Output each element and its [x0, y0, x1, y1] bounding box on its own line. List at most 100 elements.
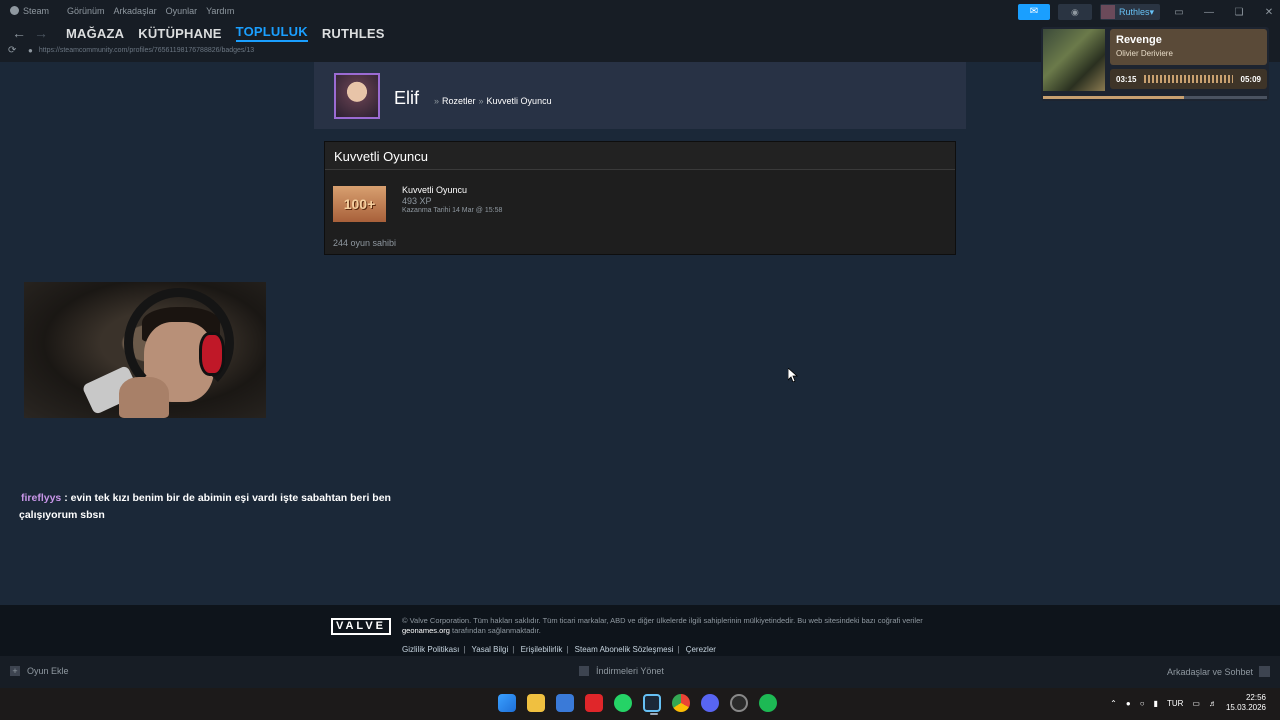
breadcrumb: » Rozetler» Kuvvetli Oyuncu [431, 96, 552, 106]
nav-row: ← → MAĞAZA KÜTÜPHANE TOPLULUK RUTHLES [8, 24, 385, 42]
friends-chat-label: Arkadaşlar ve Sohbet [1166, 666, 1253, 677]
total-time: 05:09 [1240, 74, 1261, 84]
microphone-icon[interactable]: ▮ [1154, 699, 1158, 708]
page-footer: VALVE © Valve Corporation. Tüm hakları s… [0, 605, 1280, 656]
spotify-icon[interactable] [759, 694, 777, 712]
url-bar: ⟳ ● https://steamcommunity.com/profiles/… [8, 45, 254, 56]
menu-item-view[interactable]: Görünüm [67, 6, 105, 16]
store-icon[interactable] [556, 694, 574, 712]
album-cover [1043, 29, 1105, 91]
footer-copyright: © Valve Corporation. Tüm hakları saklıdı… [402, 616, 972, 636]
top-right-controls: ✉ ◉ Ruthles ▾ ▭ — ❏ ✕ [1017, 4, 1280, 20]
back-arrow-icon[interactable]: ← [8, 25, 30, 41]
breadcrumb-separator: » [478, 96, 484, 106]
tab-store[interactable]: MAĞAZA [66, 26, 124, 41]
chrome-icon[interactable] [672, 694, 690, 712]
discord-icon[interactable] [701, 694, 719, 712]
forward-arrow-icon[interactable]: → [30, 25, 52, 41]
url-text[interactable]: https://steamcommunity.com/profiles/7656… [39, 47, 254, 54]
profile-avatar[interactable] [334, 73, 380, 119]
track-info: Revenge Olivier Deriviere [1110, 29, 1267, 65]
account-username: Ruthles [1118, 7, 1150, 17]
badge-earned-date: Kazanma Tarihi 14 Mar @ 15:58 [402, 207, 503, 214]
tray-app-icon[interactable]: ○ [1140, 699, 1145, 708]
badge-owners: 244 oyun sahibi [333, 238, 397, 248]
client-bottom-bar: + Oyun Ekle İndirmeleri Yönet Arkadaşlar… [0, 656, 1280, 688]
menu-item-friends[interactable]: Arkadaşlar [114, 6, 157, 16]
volume-icon[interactable]: ♬ [1209, 699, 1217, 708]
headphone-earcup [199, 332, 225, 376]
lock-icon: ● [28, 46, 33, 55]
tab-community[interactable]: TOPLULUK [235, 24, 308, 42]
system-tray: ⌃ ● ○ ▮ TUR ▭ ♬ 22:56 15.03.2026 [1110, 693, 1266, 713]
add-game-label: Oyun Ekle [27, 666, 69, 676]
track-title: Revenge [1116, 34, 1162, 46]
chevron-up-icon[interactable]: ⌃ [1110, 699, 1117, 708]
whatsapp-icon[interactable] [614, 694, 632, 712]
network-icon[interactable]: ▭ [1192, 699, 1200, 708]
badge-name: Kuvvetli Oyuncu [402, 185, 468, 195]
tab-library[interactable]: KÜTÜPHANE [138, 26, 221, 41]
footer-link-legal[interactable]: Yasal Bilgi [472, 645, 509, 654]
footer-link-cookies[interactable]: Çerezler [686, 645, 716, 654]
manage-downloads-label: İndirmeleri Yönet [596, 666, 664, 676]
link-separator: | [512, 645, 515, 654]
account-menu-button[interactable]: Ruthles ▾ [1099, 4, 1160, 20]
steam-tray-icon[interactable]: ● [1126, 699, 1131, 708]
now-playing-widget[interactable]: Revenge Olivier Deriviere 03:15 05:09 [1041, 27, 1269, 101]
chat-username: fireflyys [21, 492, 62, 504]
app-icon[interactable] [730, 694, 748, 712]
taskbar-apps [498, 694, 777, 715]
webcam-person-hand [119, 377, 169, 418]
file-explorer-icon[interactable] [527, 694, 545, 712]
steam-icon [10, 6, 19, 15]
clock-date: 15.03.2026 [1225, 703, 1266, 712]
valve-logo[interactable]: VALVE [331, 618, 391, 635]
reload-icon[interactable]: ⟳ [8, 45, 28, 56]
stream-chat-message: fireflyys : evin tek kızı benim bir de a… [19, 490, 399, 524]
announcement-icon[interactable]: ✉ [1017, 4, 1050, 20]
cursor-arrow [787, 367, 799, 383]
badge-panel-title: Kuvvetli Oyuncu [325, 142, 955, 170]
download-icon [579, 666, 589, 676]
menu-item-steam[interactable]: Steam [10, 6, 58, 16]
track-progress-bar[interactable] [1043, 96, 1267, 99]
badge-panel: Kuvvetli Oyuncu 100+ Kuvvetli Oyuncu 493… [324, 141, 956, 255]
windows-taskbar: ⌃ ● ○ ▮ TUR ▭ ♬ 22:56 15.03.2026 [0, 688, 1280, 720]
menu-item-help[interactable]: Yardım [206, 6, 234, 16]
restore-icon[interactable]: ❏ [1228, 7, 1250, 18]
manage-downloads-button[interactable]: İndirmeleri Yönet [579, 666, 664, 676]
friends-chat-button[interactable]: Arkadaşlar ve Sohbet [1167, 666, 1270, 677]
add-game-button[interactable]: + Oyun Ekle [10, 666, 69, 676]
footer-link-privacy[interactable]: Gizlilik Politikası [402, 645, 459, 654]
profile-header: Elif » Rozetler» Kuvvetli Oyuncu [314, 62, 966, 129]
big-picture-icon[interactable]: ▭ [1168, 7, 1190, 18]
elapsed-time: 03:15 [1116, 74, 1137, 84]
track-timeline: 03:15 05:09 [1110, 69, 1267, 89]
profile-name[interactable]: Elif [394, 88, 419, 109]
steam-taskbar-icon[interactable] [643, 694, 661, 715]
language-indicator[interactable]: TUR [1167, 699, 1183, 708]
breadcrumb-badge[interactable]: Kuvvetli Oyuncu [487, 96, 552, 106]
link-separator: | [463, 645, 466, 654]
youtube-icon[interactable] [585, 694, 603, 712]
waveform[interactable] [1144, 75, 1233, 83]
footer-link-ssa[interactable]: Steam Abonelik Sözleşmesi [575, 645, 674, 654]
geonames-suffix: tarafından sağlanmaktadır. [449, 626, 541, 635]
clock-time: 22:56 [1245, 693, 1266, 702]
chevron-down-icon: ▾ [1149, 6, 1154, 17]
footer-link-accessibility[interactable]: Erişilebilirlik [521, 645, 563, 654]
close-icon[interactable]: ✕ [1258, 7, 1280, 18]
footer-links: Gizlilik Politikası | Yasal Bilgi | Erişil… [402, 645, 716, 654]
breadcrumb-badges[interactable]: Rozetler [442, 96, 476, 106]
webcam-overlay [24, 282, 266, 418]
tab-profile[interactable]: RUTHLES [322, 26, 385, 41]
track-progress-fill [1043, 96, 1185, 99]
minimize-icon[interactable]: — [1198, 7, 1220, 18]
breadcrumb-separator: » [434, 96, 440, 106]
geonames-link[interactable]: geonames.org [402, 626, 450, 635]
notification-bell-icon[interactable]: ◉ [1057, 4, 1092, 20]
menu-item-games[interactable]: Oyunlar [166, 6, 198, 16]
clock[interactable]: 22:56 15.03.2026 [1226, 693, 1266, 713]
windows-start-icon[interactable] [498, 694, 516, 712]
